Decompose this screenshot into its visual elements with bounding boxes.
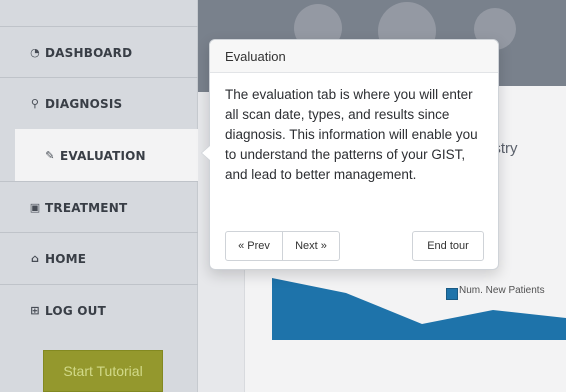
- popover-arrow-fill: [202, 146, 210, 160]
- next-step-button[interactable]: Next »: [282, 231, 340, 261]
- app-screen: istry Num. New Patients ◔ DASHBOARD ⚲ DI…: [0, 0, 566, 392]
- previous-step-button[interactable]: « Prev: [225, 231, 283, 261]
- end-tour-button[interactable]: End tour: [412, 231, 484, 261]
- popover-title: Evaluation: [210, 40, 498, 73]
- tour-popover: Evaluation The evaluation tab is where y…: [201, 39, 499, 270]
- popover-body-text: The evaluation tab is where you will ent…: [225, 87, 478, 182]
